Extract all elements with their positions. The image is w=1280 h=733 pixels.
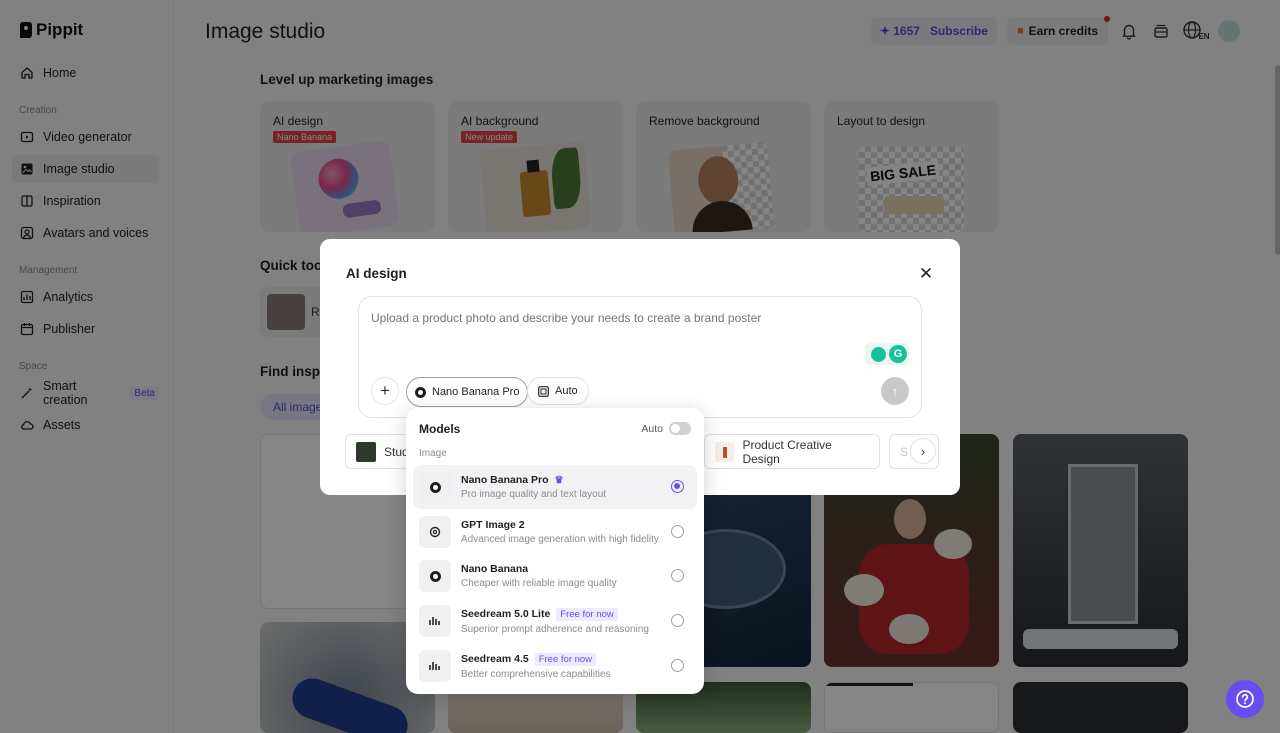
grammarly-icon: G xyxy=(889,345,907,363)
free-badge: Free for now xyxy=(556,607,618,621)
plus-icon: + xyxy=(380,381,390,400)
nano-banana-icon xyxy=(419,560,451,592)
model-dropdown: Models Auto Image Nano Banana Pro ♛ Pro i… xyxy=(406,408,704,694)
modal-title: AI design xyxy=(346,266,407,281)
help-button[interactable] xyxy=(1226,680,1264,718)
model-name: Nano Banana Pro xyxy=(461,474,549,486)
seedream-icon xyxy=(419,650,451,682)
dropdown-section-label: Image xyxy=(419,448,447,459)
prompt-box: G + Nano Banana Pro Auto ↑ xyxy=(358,296,922,418)
template-chip-label: Product Creative Design xyxy=(742,437,832,466)
template-thumbnail xyxy=(356,441,376,462)
lightbulb-icon xyxy=(871,346,886,362)
template-thumbnail xyxy=(715,441,735,462)
model-radio[interactable] xyxy=(671,480,684,493)
model-option-gpt-image-2[interactable]: GPT Image 2 Advanced image generation wi… xyxy=(413,510,697,554)
nano-banana-icon xyxy=(415,386,426,398)
model-desc: Advanced image generation with high fide… xyxy=(461,534,659,545)
model-select-button[interactable]: Nano Banana Pro xyxy=(406,377,529,407)
model-name: Seedream 4.5 xyxy=(461,653,529,665)
model-radio[interactable] xyxy=(671,659,684,672)
seedream-icon xyxy=(419,605,451,637)
model-select-label: Nano Banana Pro xyxy=(432,386,520,398)
model-desc: Cheaper with reliable image quality xyxy=(461,578,617,589)
prompt-input[interactable] xyxy=(371,311,871,325)
aspect-auto-label: Auto xyxy=(555,385,578,397)
model-option-seedream-4-5[interactable]: Seedream 4.5 Free for now Better comprehe… xyxy=(413,644,697,688)
aspect-auto-button[interactable]: Auto xyxy=(527,377,589,405)
dropdown-title: Models xyxy=(419,422,461,436)
nano-banana-icon xyxy=(419,471,451,503)
model-option-nano-banana[interactable]: Nano Banana Cheaper with reliable image … xyxy=(413,554,697,598)
model-name: Seedream 5.0 Lite xyxy=(461,608,551,620)
send-button[interactable]: ↑ xyxy=(881,377,909,405)
model-name: GPT Image 2 xyxy=(461,519,525,531)
template-chip-label: Stud xyxy=(384,444,409,459)
model-option-nano-banana-pro[interactable]: Nano Banana Pro ♛ Pro image quality and t… xyxy=(413,465,697,509)
model-radio[interactable] xyxy=(671,569,684,582)
chevron-right-icon[interactable]: › xyxy=(910,438,936,464)
close-icon[interactable]: ✕ xyxy=(918,265,934,282)
model-radio[interactable] xyxy=(671,525,684,538)
model-name: Nano Banana xyxy=(461,563,529,575)
auto-toggle-row: Auto xyxy=(641,422,691,435)
question-icon xyxy=(1236,690,1254,708)
model-desc: Better comprehensive capabilities xyxy=(461,668,611,680)
free-badge: Free for now xyxy=(534,652,597,666)
crown-icon: ♛ xyxy=(554,474,564,486)
model-desc: Superior prompt adherence and reasoning xyxy=(461,623,649,635)
arrow-up-icon: ↑ xyxy=(891,383,899,399)
model-desc: Pro image quality and text layout xyxy=(461,489,607,500)
model-option-seedream-5-lite[interactable]: Seedream 5.0 Lite Free for now Superior p… xyxy=(413,599,697,643)
auto-toggle-label: Auto xyxy=(641,422,663,435)
openai-icon xyxy=(419,516,451,548)
grammarly-widget[interactable]: G xyxy=(865,343,909,365)
model-radio[interactable] xyxy=(671,614,684,627)
template-chip-product-creative[interactable]: Product Creative Design xyxy=(704,434,880,469)
add-attachment-button[interactable]: + xyxy=(371,377,399,405)
auto-toggle[interactable] xyxy=(669,422,691,435)
template-chip-label: S xyxy=(900,444,909,459)
ratio-icon xyxy=(538,385,549,397)
